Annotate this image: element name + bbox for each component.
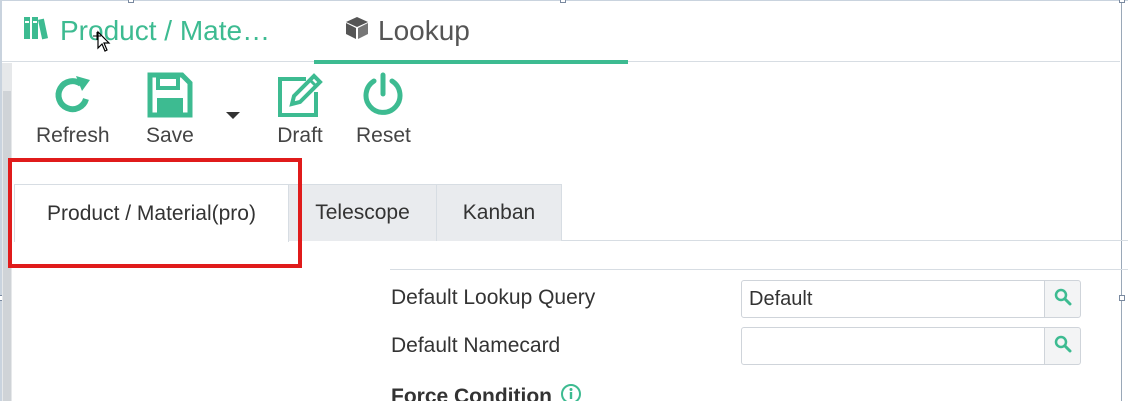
draft-button[interactable]: Draft — [276, 72, 324, 148]
tab-lookup[interactable]: Lookup — [314, 0, 628, 64]
force-condition-heading: Force Condition — [391, 383, 582, 401]
save-icon — [147, 72, 193, 118]
cube-icon — [344, 15, 370, 48]
search-icon — [1054, 288, 1072, 311]
save-button[interactable]: Save — [146, 72, 194, 148]
input-value: Default — [749, 287, 813, 310]
default-namecard-input[interactable] — [741, 327, 1045, 365]
highlight-box — [8, 158, 302, 268]
namecard-search-button[interactable] — [1044, 327, 1081, 365]
tab-telescope[interactable]: Telescope — [288, 184, 437, 241]
power-icon — [360, 72, 406, 118]
lookup-query-search-button[interactable] — [1044, 280, 1081, 318]
reset-label: Reset — [356, 124, 411, 147]
header-tabs: Product / Mate… Lookup — [2, 0, 1120, 64]
save-label: Save — [146, 124, 194, 147]
refresh-button[interactable]: Refresh — [36, 72, 110, 148]
tab-kanban[interactable]: Kanban — [436, 184, 562, 241]
save-dropdown-caret[interactable] — [226, 112, 240, 119]
tab-product-material[interactable]: Product / Mate… — [22, 0, 270, 62]
resize-handle[interactable] — [1119, 295, 1125, 301]
info-icon[interactable] — [560, 383, 582, 401]
reset-button[interactable]: Reset — [356, 72, 411, 148]
refresh-label: Refresh — [36, 124, 110, 147]
search-icon — [1054, 335, 1072, 358]
books-icon — [22, 15, 52, 48]
sub-tab-label: Telescope — [315, 201, 410, 224]
default-lookup-query-label: Default Lookup Query — [391, 286, 596, 309]
form-divider — [390, 269, 1128, 270]
active-tab-indicator — [314, 60, 628, 64]
mouse-cursor-icon — [92, 30, 112, 59]
default-namecard-label: Default Namecard — [391, 334, 561, 357]
edit-icon — [276, 72, 324, 118]
default-lookup-query-input[interactable]: Default — [741, 280, 1045, 318]
sub-tab-label: Kanban — [462, 201, 536, 224]
tab-label: Lookup — [378, 15, 470, 46]
draft-label: Draft — [277, 124, 323, 147]
force-condition-label: Force Condition — [391, 385, 552, 401]
refresh-icon — [50, 72, 96, 118]
